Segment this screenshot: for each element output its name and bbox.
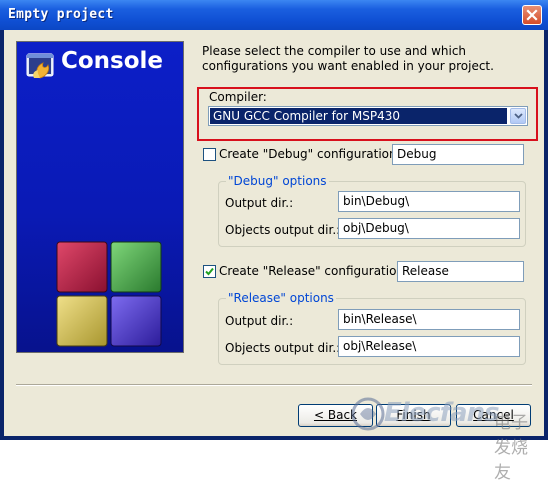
window-title: Empty project <box>8 7 114 22</box>
dialog-client-area: Console Please select the compiler to us… <box>4 30 544 436</box>
compiler-dropdown[interactable]: GNU GCC Compiler for MSP430 <box>208 106 528 126</box>
instructions-text: Please select the compiler to use and wh… <box>202 44 494 73</box>
debug-checkbox-label[interactable]: Create "Debug" configuration: <box>219 147 401 161</box>
compiler-selected-value: GNU GCC Compiler for MSP430 <box>210 108 507 124</box>
compiler-label: Compiler: <box>209 90 267 104</box>
debug-options-title: "Debug" options <box>226 174 329 188</box>
finish-button-label: Finish <box>396 408 431 422</box>
release-checkbox[interactable] <box>203 265 216 278</box>
dialog-window: Empty project Console Please select the … <box>0 0 548 483</box>
debug-checkbox[interactable] <box>203 148 216 161</box>
release-objects-dir-label: Objects output dir.: <box>225 341 341 355</box>
chevron-down-icon <box>513 113 523 119</box>
release-output-dir-label: Output dir.: <box>225 314 294 328</box>
cancel-button-label: Cancel <box>473 408 514 422</box>
close-icon <box>526 9 538 21</box>
cancel-button[interactable]: Cancel <box>456 404 531 427</box>
checkmark-icon <box>205 267 214 276</box>
console-app-icon <box>26 53 54 79</box>
back-button[interactable]: < Back <box>298 404 373 427</box>
debug-objects-dir-field[interactable]: obj\Debug\ <box>338 218 520 239</box>
debug-output-dir-field[interactable]: bin\Debug\ <box>338 191 520 212</box>
debug-name-field[interactable]: Debug <box>392 144 524 165</box>
codeblocks-logo-icon <box>56 241 162 347</box>
release-name-field[interactable]: Release <box>397 261 524 282</box>
title-bar[interactable]: Empty project <box>0 0 548 30</box>
release-output-dir-field[interactable]: bin\Release\ <box>338 309 520 330</box>
button-separator <box>16 384 532 386</box>
close-button[interactable] <box>522 5 542 25</box>
finish-button[interactable]: Finish <box>376 404 451 427</box>
release-objects-dir-field[interactable]: obj\Release\ <box>338 336 520 357</box>
dropdown-arrow-button[interactable] <box>510 108 526 124</box>
release-checkbox-label[interactable]: Create "Release" configuration: <box>219 264 408 278</box>
debug-output-dir-label: Output dir.: <box>225 196 294 210</box>
release-options-title: "Release" options <box>226 291 336 305</box>
compiler-highlight-box: Compiler: GNU GCC Compiler for MSP430 <box>197 87 538 141</box>
back-button-label: < Back <box>313 408 357 422</box>
wizard-banner: Console <box>16 41 184 353</box>
debug-objects-dir-label: Objects output dir.: <box>225 223 341 237</box>
banner-title: Console <box>61 48 164 74</box>
